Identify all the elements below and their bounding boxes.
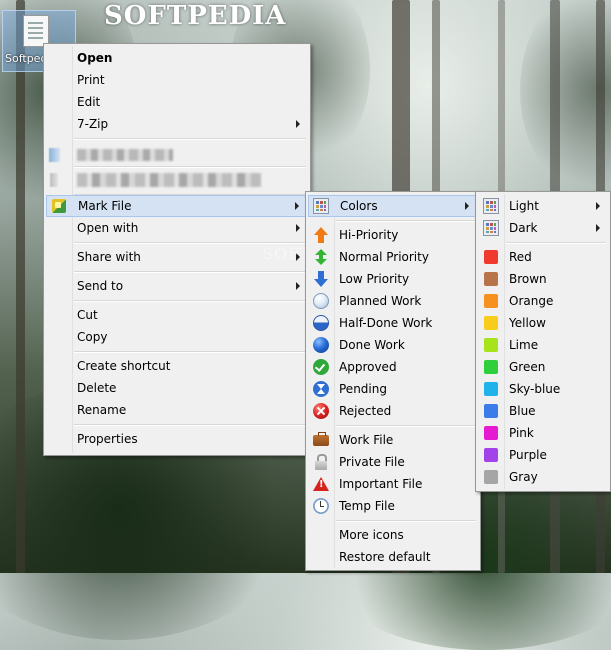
- submenu-item-approved[interactable]: Approved: [308, 356, 478, 378]
- menu-item-send-to[interactable]: Send to: [46, 275, 308, 297]
- submenu-arrow-icon: [296, 282, 300, 290]
- red-swatch-icon: [484, 250, 498, 264]
- colors-item-pink[interactable]: Pink: [478, 422, 608, 444]
- submenu-item-hi-priority[interactable]: Hi-Priority: [308, 224, 478, 246]
- menu-item-rename[interactable]: Rename: [46, 399, 308, 421]
- empty-ball-icon: [313, 293, 329, 309]
- blurred-label: [77, 149, 173, 161]
- submenu-item-planned-work[interactable]: Planned Work: [308, 290, 478, 312]
- menu-item-delete[interactable]: Delete: [46, 377, 308, 399]
- menu-item-blurred-2[interactable]: [46, 168, 308, 192]
- briefcase-icon: [313, 432, 329, 446]
- lime-swatch-icon: [484, 338, 498, 352]
- menu-separator: [74, 300, 306, 302]
- lock-icon: [313, 454, 329, 470]
- menu-item-copy[interactable]: Copy: [46, 326, 308, 348]
- colors-item-blue[interactable]: Blue: [478, 400, 608, 422]
- menu-separator: [74, 351, 306, 353]
- menu-separator: [336, 520, 476, 522]
- colors-item-green[interactable]: Green: [478, 356, 608, 378]
- yellow-swatch-icon: [484, 316, 498, 330]
- blue-swatch-icon: [484, 404, 498, 418]
- submenu-item-pending[interactable]: Pending: [308, 378, 478, 400]
- menu-separator: [74, 271, 306, 273]
- colors-item-yellow[interactable]: Yellow: [478, 312, 608, 334]
- colors-item-light[interactable]: Light: [478, 195, 608, 217]
- submenu-item-work-file[interactable]: Work File: [308, 429, 478, 451]
- submenu-item-low-priority[interactable]: Low Priority: [308, 268, 478, 290]
- palette-grid-icon: [313, 198, 329, 214]
- hourglass-icon: [313, 381, 329, 397]
- palette-grid-icon: [483, 220, 499, 236]
- reject-x-icon: [313, 403, 329, 419]
- submenu-arrow-icon: [296, 120, 300, 128]
- submenu-item-important-file[interactable]: Important File: [308, 473, 478, 495]
- mark-file-flag-icon: [51, 198, 67, 214]
- menu-item-properties[interactable]: Properties: [46, 428, 308, 450]
- checkmark-icon: [313, 359, 329, 375]
- submenu-item-rejected[interactable]: Rejected: [308, 400, 478, 422]
- colors-item-brown[interactable]: Brown: [478, 268, 608, 290]
- sky-blue-swatch-icon: [484, 382, 498, 396]
- colors-item-gray[interactable]: Gray: [478, 466, 608, 488]
- green-swatch-icon: [484, 360, 498, 374]
- mark-file-submenu: Colors Hi-Priority Normal Priority Low P…: [305, 191, 481, 571]
- colors-item-lime[interactable]: Lime: [478, 334, 608, 356]
- menu-separator: [74, 424, 306, 426]
- submenu-item-temp-file[interactable]: Temp File: [308, 495, 478, 517]
- submenu-arrow-icon: [295, 202, 299, 210]
- blurred-label: [77, 173, 261, 187]
- menu-separator: [336, 425, 476, 427]
- full-ball-icon: [313, 337, 329, 353]
- submenu-item-colors[interactable]: Colors: [308, 195, 478, 217]
- pink-swatch-icon: [484, 426, 498, 440]
- submenu-arrow-icon: [596, 202, 600, 210]
- menu-item-blurred-1[interactable]: [46, 144, 308, 166]
- orange-swatch-icon: [484, 294, 498, 308]
- submenu-item-private-file[interactable]: Private File: [308, 451, 478, 473]
- submenu-item-restore-default[interactable]: Restore default: [308, 546, 478, 568]
- submenu-arrow-icon: [296, 224, 300, 232]
- softpedia-watermark: SOFTPEDIA: [104, 1, 287, 31]
- arrow-down-icon: [313, 271, 329, 287]
- submenu-item-normal-priority[interactable]: Normal Priority: [308, 246, 478, 268]
- brown-swatch-icon: [484, 272, 498, 286]
- submenu-item-done-work[interactable]: Done Work: [308, 334, 478, 356]
- clock-icon: [313, 498, 329, 514]
- menu-item-7zip[interactable]: 7-Zip: [46, 113, 308, 135]
- arrow-up-icon: [313, 227, 329, 243]
- menu-separator: [506, 242, 606, 244]
- submenu-item-half-done-work[interactable]: Half-Done Work: [308, 312, 478, 334]
- menu-item-edit[interactable]: Edit: [46, 91, 308, 113]
- warning-icon: [313, 476, 329, 492]
- menu-item-open-with[interactable]: Open with: [46, 217, 308, 239]
- colors-item-orange[interactable]: Orange: [478, 290, 608, 312]
- half-ball-icon: [313, 315, 329, 331]
- menu-item-cut[interactable]: Cut: [46, 304, 308, 326]
- colors-item-sky-blue[interactable]: Sky-blue: [478, 378, 608, 400]
- menu-separator: [336, 220, 476, 222]
- colors-item-red[interactable]: Red: [478, 246, 608, 268]
- menu-separator: [74, 138, 306, 140]
- submenu-arrow-icon: [596, 224, 600, 232]
- menu-item-open[interactable]: Open: [46, 47, 308, 69]
- colors-item-dark[interactable]: Dark: [478, 217, 608, 239]
- menu-item-create-shortcut[interactable]: Create shortcut: [46, 355, 308, 377]
- menu-item-print[interactable]: Print: [46, 69, 308, 91]
- menu-item-mark-file[interactable]: Mark File: [46, 195, 308, 217]
- desktop-file-label: Softped: [5, 52, 48, 65]
- blurred-app-icon: [50, 173, 58, 187]
- blurred-app-icon: [49, 148, 60, 162]
- colors-submenu: Light Dark Red Brown Orange Yellow Lime …: [475, 191, 611, 492]
- submenu-arrow-icon: [465, 202, 469, 210]
- arrow-up-down-icon: [313, 249, 329, 265]
- purple-swatch-icon: [484, 448, 498, 462]
- gray-swatch-icon: [484, 470, 498, 484]
- colors-item-purple[interactable]: Purple: [478, 444, 608, 466]
- submenu-item-more-icons[interactable]: More icons: [308, 524, 478, 546]
- palette-grid-icon: [483, 198, 499, 214]
